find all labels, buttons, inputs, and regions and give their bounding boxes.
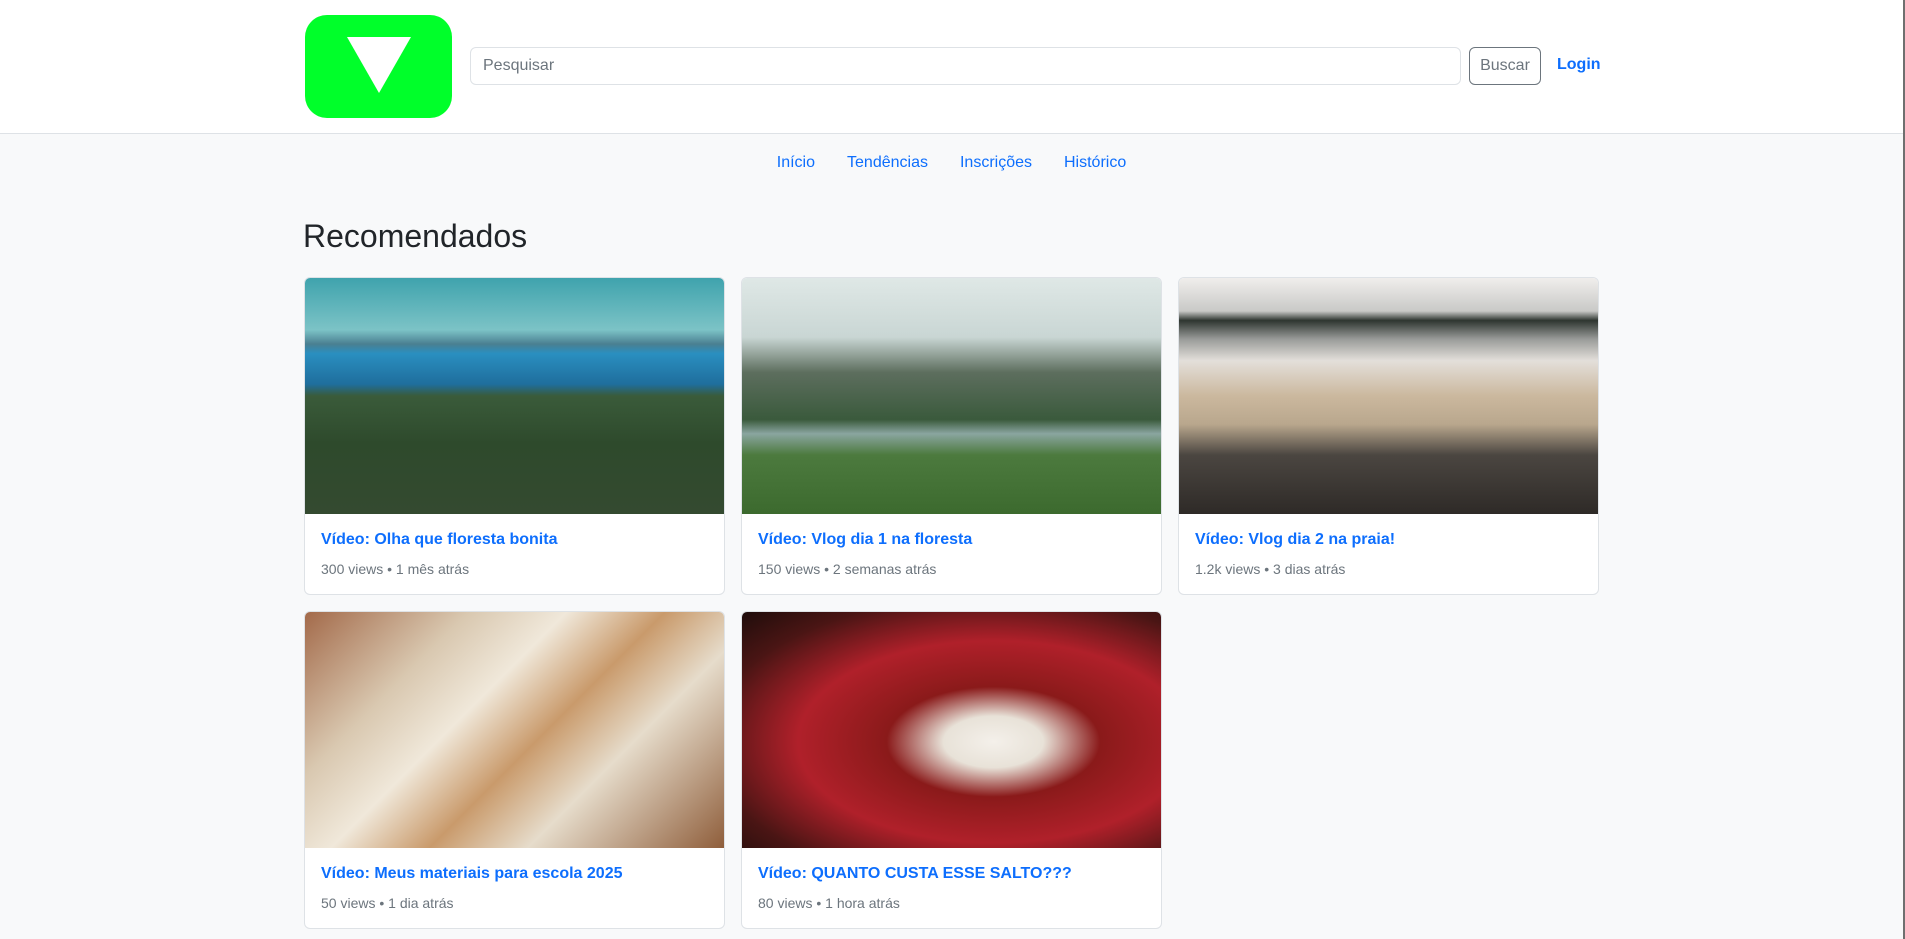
nav-item-historico[interactable]: Histórico — [1064, 151, 1126, 175]
video-meta: 150 views • 2 semanas atrás — [758, 561, 937, 577]
video-thumbnail[interactable] — [742, 612, 1161, 848]
login-link[interactable]: Login — [1557, 56, 1601, 74]
video-card[interactable]: Vídeo: QUANTO CUSTA ESSE SALTO??? 80 vie… — [741, 611, 1162, 929]
video-title-link[interactable]: Vídeo: QUANTO CUSTA ESSE SALTO??? — [758, 865, 1072, 883]
section-title: Recomendados — [303, 218, 528, 254]
video-card[interactable]: Vídeo: Olha que floresta bonita 300 view… — [304, 277, 725, 595]
video-title-link[interactable]: Vídeo: Vlog dia 1 na floresta — [758, 531, 972, 549]
video-title-link[interactable]: Vídeo: Olha que floresta bonita — [321, 531, 557, 549]
video-title-link[interactable]: Vídeo: Meus materiais para escola 2025 — [321, 865, 622, 883]
play-triangle-icon — [347, 37, 411, 93]
video-meta: 1.2k views • 3 dias atrás — [1195, 561, 1346, 577]
top-header: Buscar Login — [0, 0, 1903, 134]
search-button[interactable]: Buscar — [1469, 47, 1541, 85]
video-title-link[interactable]: Vídeo: Vlog dia 2 na praia! — [1195, 531, 1395, 549]
video-thumbnail[interactable] — [1179, 278, 1598, 514]
video-thumbnail[interactable] — [742, 278, 1161, 514]
logo[interactable] — [305, 15, 452, 118]
video-card[interactable]: Vídeo: Meus materiais para escola 2025 5… — [304, 611, 725, 929]
video-card[interactable]: Vídeo: Vlog dia 1 na floresta 150 views … — [741, 277, 1162, 595]
video-meta: 300 views • 1 mês atrás — [321, 561, 470, 577]
video-card[interactable]: Vídeo: Vlog dia 2 na praia! 1.2k views •… — [1178, 277, 1599, 595]
search-input[interactable] — [470, 47, 1461, 85]
nav-item-inicio[interactable]: Início — [777, 151, 815, 175]
video-thumbnail[interactable] — [305, 612, 724, 848]
nav-item-inscricoes[interactable]: Inscrições — [960, 151, 1032, 175]
video-meta: 50 views • 1 dia atrás — [321, 895, 454, 911]
nav-item-tendencias[interactable]: Tendências — [847, 151, 928, 175]
video-meta: 80 views • 1 hora atrás — [758, 895, 900, 911]
video-thumbnail[interactable] — [305, 278, 724, 514]
main-nav: Início Tendências Inscrições Histórico — [0, 151, 1903, 175]
